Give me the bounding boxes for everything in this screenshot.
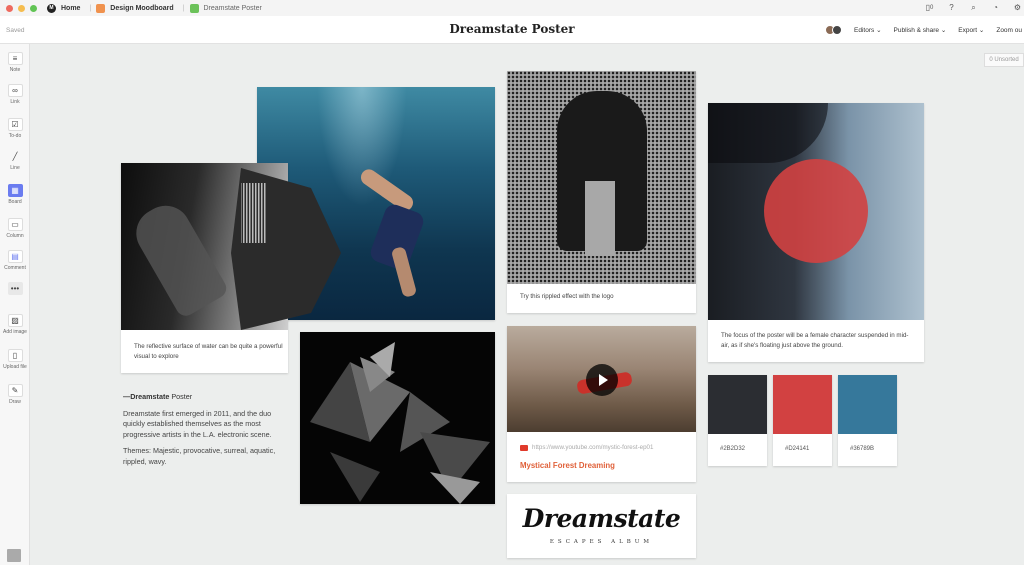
tool-comment[interactable]: ▤ Comment — [0, 250, 30, 271]
todo-icon: ☑ — [7, 118, 23, 131]
editor-avatars[interactable] — [825, 25, 843, 35]
youtube-icon — [520, 444, 528, 451]
help-icon[interactable]: ? — [945, 1, 958, 14]
breadcrumb-current[interactable]: Dreamstate Poster — [204, 5, 262, 12]
hand-caption: The reflective surface of water can be q… — [134, 343, 283, 360]
note-paragraph: Dreamstate first emerged in 2011, and th… — [123, 408, 272, 439]
image-card-triangles[interactable] — [300, 332, 495, 504]
breadcrumb: M Home | Design Moodboard | Dreamstate P… — [47, 3, 262, 13]
more-icon: ••• — [7, 282, 23, 295]
portrait-caption: The focus of the poster will be a female… — [721, 332, 909, 349]
home-icon: M — [47, 3, 56, 13]
color-swatch[interactable]: #36789B — [838, 375, 897, 466]
window-titlebar: M Home | Design Moodboard | Dreamstate P… — [0, 0, 1024, 16]
tool-line[interactable]: ╱ Line — [0, 150, 30, 171]
tool-label: Draw — [9, 399, 21, 405]
tool-column[interactable]: ▭ Column — [0, 218, 30, 239]
link-icon: ∞ — [7, 84, 23, 97]
image-card-halftone[interactable]: Try this rippled effect with the logo — [507, 71, 696, 313]
tool-label: To-do — [8, 133, 22, 139]
logo-title: Dreamstate — [522, 504, 681, 533]
tool-draw[interactable]: ✎ Draw — [0, 384, 30, 405]
settings-icon[interactable]: ⚙ — [1011, 1, 1024, 14]
image-icon: ▨ — [7, 314, 23, 327]
halftone-image — [507, 71, 696, 284]
publish-share-button[interactable]: Publish & share ⌄ — [894, 26, 947, 34]
pen-icon: ✎ — [7, 384, 23, 397]
note-icon: ≡ — [7, 52, 23, 65]
note-paragraph: Themes: Majestic, provocative, surreal, … — [123, 446, 276, 466]
note-heading: —Dreamstate Poster — [123, 392, 193, 401]
swatch-color — [773, 375, 832, 434]
color-swatch[interactable]: #D24141 — [773, 375, 832, 466]
note-card[interactable]: —Dreamstate Poster Dreamstate first emer… — [123, 392, 283, 473]
triangles-image — [310, 342, 490, 504]
trash-icon[interactable] — [7, 549, 21, 562]
comment-icon: ▤ — [7, 250, 23, 263]
tool-add-image[interactable]: ▨ Add image — [0, 314, 30, 335]
tool-label: Comment — [4, 265, 26, 271]
tool-note[interactable]: ≡ Note — [0, 52, 30, 73]
swatch-hex: #2B2D32 — [720, 446, 746, 452]
mobile-icon[interactable]: ▯ 0 — [923, 1, 936, 14]
tool-label: Column — [6, 233, 24, 239]
image-card-hand[interactable]: The reflective surface of water can be q… — [121, 163, 341, 373]
play-icon[interactable] — [586, 364, 618, 396]
search-icon[interactable]: ⌕ — [967, 1, 980, 14]
tool-upload-file[interactable]: ▯ Upload file — [0, 349, 30, 370]
line-icon: ╱ — [12, 152, 18, 161]
upload-icon: ▯ — [7, 349, 23, 362]
video-title[interactable]: Mystical Forest Dreaming — [520, 461, 615, 470]
export-button[interactable]: Export ⌄ — [958, 26, 984, 34]
unsorted-count: 0 — [989, 57, 993, 63]
video-url: https://www.youtube.com/mystic-forest-ep… — [532, 444, 654, 451]
hexagon-shape — [231, 168, 341, 330]
breadcrumb-separator: | — [89, 4, 92, 12]
editors-button[interactable]: Editors ⌄ — [854, 26, 881, 34]
breadcrumb-design-moodboard[interactable]: Design Moodboard — [110, 5, 173, 12]
left-toolbar: ≡ Note ∞ Link ☑ To-do ╱ Line ▦ Board ▭ Column … — [0, 44, 30, 565]
zoom-button[interactable]: Zoom ou — [996, 27, 1022, 34]
minimize-window-button[interactable] — [18, 4, 25, 12]
board-icon: ▦ — [7, 184, 23, 197]
tool-link[interactable]: ∞ Link — [0, 84, 30, 105]
breadcrumb-separator: | — [182, 4, 185, 12]
halftone-caption: Try this rippled effect with the logo — [520, 293, 614, 300]
tool-label: Link — [10, 99, 20, 105]
video-link[interactable]: https://www.youtube.com/mystic-forest-ep… — [520, 444, 653, 451]
swatch-color — [708, 375, 767, 434]
tool-todo[interactable]: ☑ To-do — [0, 118, 30, 139]
portrait-image — [708, 103, 924, 320]
tool-label: Add image — [3, 329, 27, 335]
close-window-button[interactable] — [6, 4, 13, 12]
breadcrumb-home[interactable]: Home — [61, 5, 80, 12]
board-color-icon — [96, 3, 106, 13]
swatch-color — [838, 375, 897, 434]
tool-board[interactable]: ▦ Board — [0, 184, 30, 205]
video-card[interactable] — [507, 326, 696, 482]
top-right-icons: ▯ 0 ? ⌕ ◔ ⚙ — [923, 1, 1024, 14]
swatch-hex: #D24141 — [785, 446, 810, 452]
avatar — [832, 25, 843, 35]
board-header: Saved Dreamstate Poster Editors ⌄ Publis… — [0, 16, 1024, 44]
tool-more[interactable]: ••• — [0, 282, 30, 297]
board-color-icon — [189, 3, 199, 13]
color-swatch[interactable]: #2B2D32 — [708, 375, 767, 466]
tool-label: Note — [9, 67, 21, 73]
column-icon: ▭ — [7, 218, 23, 231]
swatch-hex: #36789B — [850, 446, 875, 452]
window-controls — [6, 4, 37, 12]
tool-label: Board — [8, 199, 22, 205]
unsorted-button[interactable]: 0 Unsorted — [984, 53, 1024, 67]
bell-icon[interactable]: ◔ — [989, 1, 1002, 14]
header-actions: Editors ⌄ Publish & share ⌄ Export ⌄ Zoo… — [825, 25, 1022, 35]
unsorted-label: Unsorted — [994, 57, 1019, 63]
maximize-window-button[interactable] — [30, 4, 37, 12]
logo-subtitle: ESCAPES ALBUM — [549, 539, 654, 545]
image-card-portrait[interactable]: The focus of the poster will be a female… — [708, 103, 924, 362]
tool-label: Upload file — [3, 364, 27, 370]
tool-label: Line — [10, 165, 20, 171]
